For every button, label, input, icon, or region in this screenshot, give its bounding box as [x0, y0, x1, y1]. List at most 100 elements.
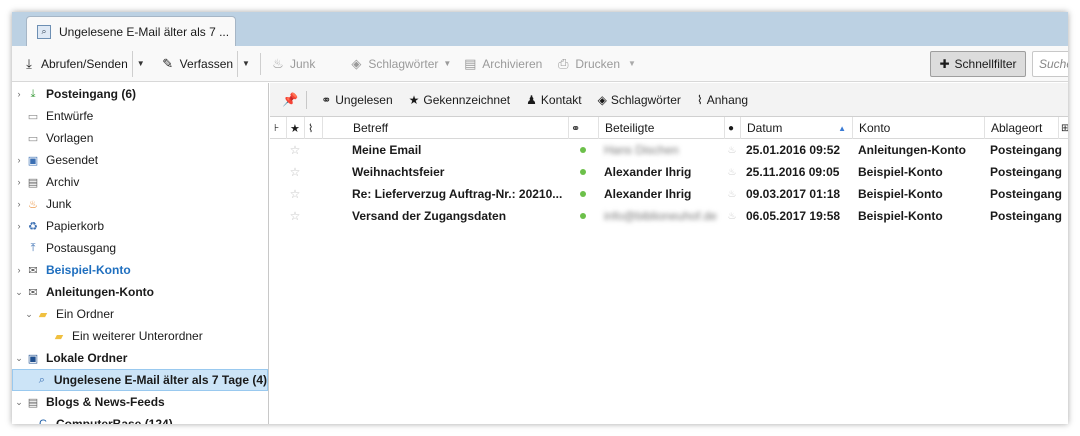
account-column-header[interactable]: Konto [852, 117, 984, 139]
folder-icon: ▰ [54, 330, 64, 343]
star-toggle[interactable]: ☆ [286, 205, 304, 227]
twisty-collapsed-icon[interactable]: › [14, 89, 24, 99]
message-subject: Meine Email [352, 143, 422, 157]
folder-item[interactable]: › ▣ Gesendet [12, 149, 268, 171]
junk-button[interactable]: ♨ Junk [267, 51, 319, 77]
get-mail-button[interactable]: ⤓ Abrufen/Senden [18, 51, 132, 77]
filter-contact-button[interactable]: ♟ Kontakt [520, 93, 587, 107]
message-subject: Weihnachtsfeier [352, 165, 445, 179]
folder-label: Junk [46, 197, 72, 211]
dropdown-arrow-icon: ▼ [443, 59, 452, 68]
folder-item[interactable]: › ✉ Beispiel-Konto [12, 259, 268, 281]
message-location: Posteingang [990, 165, 1063, 179]
folder-item[interactable]: › ▤ Archiv [12, 171, 268, 193]
tag-icon: ◈ [351, 55, 362, 71]
read-status-toggle[interactable] [568, 205, 598, 227]
junk-status-toggle[interactable]: ♨ [724, 139, 740, 161]
feeds-icon: ▤ [27, 396, 39, 409]
archive-button[interactable]: ▤ Archivieren [459, 51, 546, 77]
print-label: Drucken [575, 56, 620, 71]
twisty-expanded-icon[interactable]: ⌄ [14, 287, 24, 298]
attachment-column-header[interactable]: ⌇ [304, 117, 322, 139]
read-status-toggle[interactable] [568, 161, 598, 183]
filter-unread-button[interactable]: ⚭ Ungelesen [315, 93, 398, 107]
star-toggle[interactable]: ☆ [286, 183, 304, 205]
folder-item[interactable]: ⌄ ▣ Lokale Ordner [12, 347, 268, 369]
print-dropdown[interactable]: ▼ [624, 51, 640, 77]
folder-item[interactable]: ⌄ ▤ Blogs & News-Feeds [12, 391, 268, 413]
account-icon: ✉ [28, 286, 38, 299]
paperclip-icon: ⌇ [308, 122, 314, 135]
filter-attachment-button[interactable]: ⌇ Anhang [691, 93, 754, 107]
search-input[interactable]: Suche [1032, 51, 1068, 77]
junk-column-header[interactable]: ● [724, 117, 740, 139]
subject-column-header[interactable]: Betreff [322, 117, 568, 139]
correspondents-column-header[interactable]: Beteiligte [598, 117, 724, 139]
pin-icon[interactable]: 📌 [278, 92, 302, 108]
folder-label: Entwürfe [46, 109, 94, 123]
twisty-collapsed-icon[interactable]: › [14, 155, 24, 165]
compose-button[interactable]: ✎ Verfassen [157, 51, 237, 77]
unread-glasses-icon: ⚭ [321, 92, 332, 107]
star-column-header[interactable]: ★ [286, 117, 304, 139]
filter-tags-button[interactable]: ◈ Schlagwörter [592, 93, 687, 107]
filter-contact-label: Kontakt [540, 92, 582, 107]
junk-flame-icon: ♨ [727, 210, 737, 222]
folder-item[interactable]: ▰ Ein weiterer Unterordner [12, 325, 268, 347]
compose-label: Verfassen [179, 56, 234, 71]
twisty-collapsed-icon[interactable]: › [14, 177, 24, 187]
folder-label: Ungelesene E-Mail älter als 7 Tage (4) [53, 373, 267, 387]
twisty-collapsed-icon[interactable]: › [14, 199, 24, 209]
message-row[interactable]: ☆ Re: Lieferverzug Auftrag-Nr.: 20210... A… [270, 183, 1068, 205]
message-row[interactable]: ☆ Meine Email Hans Dischen ♨ 25.01.2016 09:5… [270, 139, 1068, 161]
twisty-collapsed-icon[interactable]: › [14, 221, 24, 231]
folder-item[interactable]: ▭ Entwürfe [12, 105, 268, 127]
folder-item[interactable]: › ⤓ Posteingang (6) [12, 83, 268, 105]
twisty-expanded-icon[interactable]: ⌄ [14, 353, 24, 364]
print-button[interactable]: ⎙ Drucken [552, 51, 624, 77]
star-toggle[interactable]: ☆ [286, 139, 304, 161]
tab-saved-search[interactable]: ⌕ Ungelesene E-Mail älter als 7 ... [26, 16, 236, 46]
date-column-label: Datum [747, 121, 783, 135]
message-date: 06.05.2017 19:58 [746, 209, 841, 223]
twisty-collapsed-icon[interactable]: › [14, 265, 24, 275]
folder-item[interactable]: › ♻ Papierkorb [12, 215, 268, 237]
folder-item[interactable]: › ♨ Junk [12, 193, 268, 215]
thread-column-icon[interactable]: ⊦ [270, 117, 286, 139]
read-status-toggle[interactable] [568, 183, 598, 205]
date-column-header[interactable]: Datum ▲ [740, 117, 852, 139]
junk-flame-icon: ♨ [727, 144, 737, 156]
tags-button[interactable]: ◈ Schlagwörter ▼ [345, 51, 455, 77]
location-column-header[interactable]: Ablageort [984, 117, 1058, 139]
unread-dot-icon [580, 213, 586, 219]
message-account: Beispiel-Konto [858, 165, 943, 179]
junk-status-toggle[interactable]: ♨ [724, 183, 740, 205]
quickfilter-toggle-button[interactable]: ✚ Schnellfilter [930, 51, 1026, 77]
pencil-icon: ✎ [162, 55, 174, 71]
message-row[interactable]: ☆ Weihnachtsfeier Alexander Ihrig ♨ 25.11.20… [270, 161, 1068, 183]
message-correspondent: info@biblioneuhof.de [604, 209, 717, 223]
contact-icon: ♟ [526, 92, 537, 107]
folder-item[interactable]: ⤒ Postausgang [12, 237, 268, 259]
star-toggle[interactable]: ☆ [286, 161, 304, 183]
filter-starred-button[interactable]: ★ Gekennzeichnet [403, 93, 517, 107]
message-location: Posteingang [990, 187, 1063, 201]
unread-dot-icon [580, 191, 586, 197]
filter-tags-label: Schlagwörter [610, 92, 681, 107]
column-picker[interactable]: ⊞ [1058, 117, 1068, 139]
junk-status-toggle[interactable]: ♨ [724, 205, 740, 227]
folder-item[interactable]: ⌕ Ungelesene E-Mail älter als 7 Tage (4) [12, 369, 268, 391]
tags-label: Schlagwörter [368, 56, 439, 71]
folder-item[interactable]: ⌄ ▰ Ein Ordner [12, 303, 268, 325]
junk-status-toggle[interactable]: ♨ [724, 161, 740, 183]
compose-dropdown[interactable]: ▼ [237, 50, 254, 77]
folder-item[interactable]: ⌄ ✉ Anleitungen-Konto [12, 281, 268, 303]
get-mail-dropdown[interactable]: ▼ [131, 50, 149, 77]
twisty-expanded-icon[interactable]: ⌄ [24, 309, 34, 320]
read-column-header[interactable]: ⚭ [568, 117, 598, 139]
folder-item[interactable]: ▭ Vorlagen [12, 127, 268, 149]
twisty-expanded-icon[interactable]: ⌄ [14, 397, 24, 408]
message-row[interactable]: ☆ Versand der Zugangsdaten info@biblioneuh… [270, 205, 1068, 227]
read-status-toggle[interactable] [568, 139, 598, 161]
folder-item[interactable]: C ComputerBase (124) [12, 413, 268, 424]
